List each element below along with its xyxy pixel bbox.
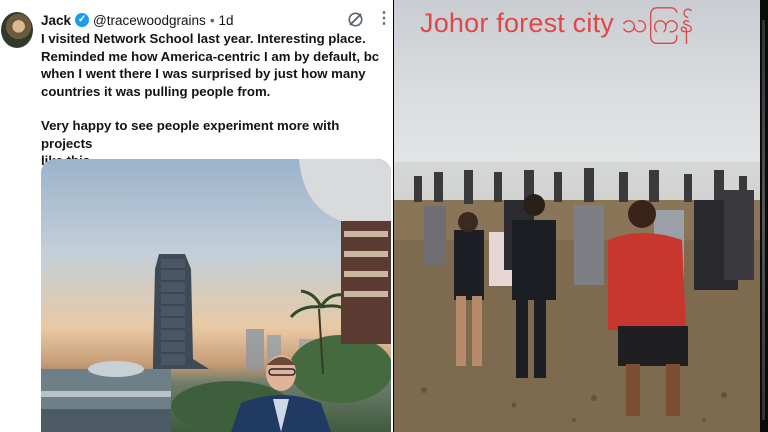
beach-scene <box>394 162 760 432</box>
more-options-icon[interactable]: ⋮ <box>376 10 392 28</box>
tweet-paragraph: I visited Network School last year. Inte… <box>41 31 380 99</box>
separator: • <box>209 12 215 28</box>
video-frame[interactable]: Johor forest city သကြန် <box>394 0 760 432</box>
video-caption: Johor forest city သကြန် <box>420 8 694 38</box>
author-name[interactable]: Jack <box>41 13 71 28</box>
tweet-header: Jack ✓ @tracewoodgrains • 1d <box>41 11 234 29</box>
grok-icon[interactable] <box>347 11 364 28</box>
avatar[interactable] <box>1 12 33 48</box>
author-handle[interactable]: @tracewoodgrains <box>93 13 206 28</box>
tweet-body: I visited Network School last year. Inte… <box>41 30 391 170</box>
tweet-photo[interactable] <box>41 159 391 432</box>
tweet-timestamp[interactable]: 1d <box>219 13 234 28</box>
right-edge-frame <box>760 0 768 432</box>
verified-badge-icon: ✓ <box>75 13 90 27</box>
edge-strip <box>762 20 765 420</box>
tweet-card[interactable]: Jack ✓ @tracewoodgrains • 1d ⋮ I visited… <box>0 0 393 432</box>
photo-scene <box>41 159 391 432</box>
